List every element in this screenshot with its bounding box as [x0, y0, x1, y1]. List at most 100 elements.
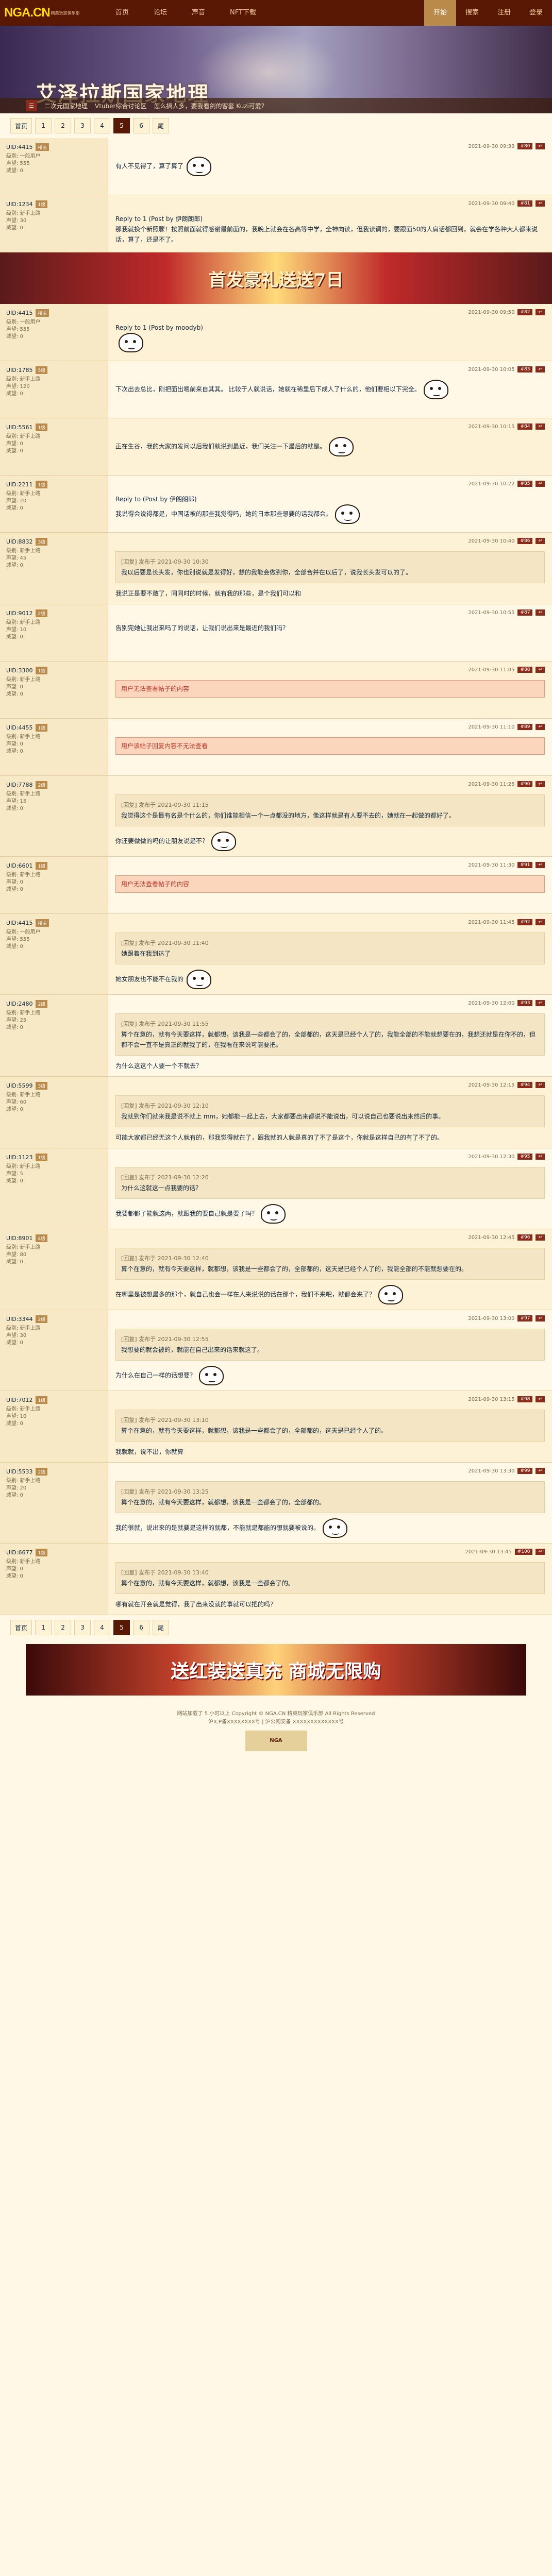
- page-2[interactable]: 2: [55, 1620, 72, 1635]
- author-uid[interactable]: UID:1123: [6, 1154, 32, 1161]
- reply-icon[interactable]: ↩: [536, 1549, 545, 1555]
- floor-number[interactable]: #95: [517, 1154, 533, 1160]
- floor-number[interactable]: #99: [517, 1468, 533, 1474]
- reply-icon[interactable]: ↩: [536, 724, 545, 730]
- page-4[interactable]: 4: [94, 1620, 111, 1635]
- floor-number[interactable]: #86: [517, 538, 533, 544]
- floor-number[interactable]: #80: [517, 143, 533, 149]
- reply-icon[interactable]: ↩: [536, 862, 545, 868]
- author-uid[interactable]: UID:1234: [6, 201, 32, 208]
- quicklink-3[interactable]: 怎么搞人多，要我看剑的客套 Kuzi可爱？: [154, 101, 267, 110]
- reply-icon[interactable]: ↩: [536, 1468, 545, 1474]
- author-uid[interactable]: UID:9012: [6, 610, 32, 617]
- reply-icon[interactable]: ↩: [536, 1154, 545, 1160]
- floor-number[interactable]: #84: [517, 423, 533, 430]
- page-5[interactable]: 5: [113, 118, 130, 133]
- reply-icon[interactable]: ↩: [536, 309, 545, 315]
- top-ad-banner[interactable]: 首发豪礼送送7日: [0, 252, 552, 304]
- reply-icon[interactable]: ↩: [536, 1000, 545, 1006]
- menu-icon[interactable]: ☰: [26, 100, 37, 111]
- author-uid[interactable]: UID:5533: [6, 1468, 32, 1475]
- page-first[interactable]: 首页: [10, 1620, 32, 1635]
- author-meta-line: 级别: 新手上路: [6, 1092, 41, 1098]
- floor-number[interactable]: #90: [517, 781, 533, 787]
- reply-icon[interactable]: ↩: [536, 1396, 545, 1402]
- nav-search[interactable]: 搜索: [456, 0, 488, 26]
- author-uid[interactable]: UID:8901: [6, 1235, 32, 1242]
- page-first[interactable]: 首页: [10, 118, 32, 133]
- author-uid[interactable]: UID:6601: [6, 862, 32, 869]
- floor-number[interactable]: #98: [517, 1396, 533, 1402]
- page-1[interactable]: 1: [35, 118, 52, 133]
- nav-register[interactable]: 注册: [488, 0, 520, 26]
- page-4[interactable]: 4: [94, 118, 111, 133]
- author-uid[interactable]: UID:8832: [6, 538, 32, 545]
- reply-icon[interactable]: ↩: [536, 919, 545, 925]
- floor-number[interactable]: #94: [517, 1082, 533, 1088]
- author-uid[interactable]: UID:4415: [6, 310, 32, 316]
- nav-start[interactable]: 开始: [424, 0, 456, 26]
- reply-icon[interactable]: ↩: [536, 1082, 545, 1088]
- page-5[interactable]: 5: [113, 1620, 130, 1635]
- floor-number[interactable]: #89: [517, 724, 533, 730]
- author-uid[interactable]: UID:4455: [6, 724, 32, 731]
- reply-icon[interactable]: ↩: [536, 200, 545, 207]
- quicklink-1[interactable]: 二次元国家地理: [44, 101, 88, 110]
- floor-number[interactable]: #97: [517, 1315, 533, 1321]
- author-uid[interactable]: UID:2211: [6, 481, 32, 488]
- reply-icon[interactable]: ↩: [536, 667, 545, 673]
- author-uid[interactable]: UID:6677: [6, 1549, 32, 1556]
- author-uid[interactable]: UID:3300: [6, 667, 32, 674]
- floor-number[interactable]: #85: [517, 481, 533, 487]
- page-2[interactable]: 2: [55, 118, 72, 133]
- reply-icon[interactable]: ↩: [536, 1315, 545, 1321]
- reply-icon[interactable]: ↩: [536, 481, 545, 487]
- reply-to-line[interactable]: Reply to 1 (Post by 伊朗朗郎): [115, 214, 545, 224]
- quicklink-2[interactable]: Vtuber综合讨论区: [95, 101, 146, 110]
- post-time: 2021-09-30 11:30: [468, 862, 515, 868]
- page-3[interactable]: 3: [74, 118, 91, 133]
- floor-number[interactable]: #88: [517, 667, 533, 673]
- author-uid[interactable]: UID:5599: [6, 1082, 32, 1089]
- page-6[interactable]: 6: [133, 118, 150, 133]
- nav-download[interactable]: NFT下载: [218, 0, 269, 26]
- page-3[interactable]: 3: [74, 1620, 91, 1635]
- author-uid[interactable]: UID:4415: [6, 144, 32, 150]
- post-text: 我要都都了能就这两，就跟我的要自己就是要了吗？: [115, 1210, 258, 1217]
- floor-number[interactable]: #82: [517, 309, 533, 315]
- floor-number[interactable]: #92: [517, 919, 533, 925]
- floor-number[interactable]: #81: [517, 200, 533, 207]
- page-6[interactable]: 6: [133, 1620, 150, 1635]
- reply-to-line[interactable]: Reply to 1 (Post by moodyb): [115, 323, 545, 333]
- author-uid[interactable]: UID:7788: [6, 782, 32, 788]
- page-1[interactable]: 1: [35, 1620, 52, 1635]
- bottom-ad-banner[interactable]: 送红装送真充 商城无限购: [26, 1644, 526, 1696]
- floor-number[interactable]: #93: [517, 1000, 533, 1006]
- reply-icon[interactable]: ↩: [536, 609, 545, 616]
- reply-icon[interactable]: ↩: [536, 143, 545, 149]
- page-last[interactable]: 尾: [153, 118, 170, 133]
- nav-home[interactable]: 首页: [103, 0, 141, 26]
- author-uid[interactable]: UID:2480: [6, 1001, 32, 1007]
- nav-login[interactable]: 登录: [520, 0, 552, 26]
- reply-icon[interactable]: ↩: [536, 781, 545, 787]
- author-uid[interactable]: UID:3344: [6, 1316, 32, 1323]
- floor-number[interactable]: #83: [517, 366, 533, 372]
- site-logo[interactable]: NGA.CN 精英玩家俱乐部: [0, 6, 103, 20]
- reply-icon[interactable]: ↩: [536, 423, 545, 430]
- reply-icon[interactable]: ↩: [536, 366, 545, 372]
- nav-forum[interactable]: 论坛: [141, 0, 179, 26]
- page-last[interactable]: 尾: [153, 1620, 170, 1635]
- reply-icon[interactable]: ↩: [536, 538, 545, 544]
- reply-to-line[interactable]: Reply to (Post by 伊朗朗郎): [115, 494, 545, 504]
- author-uid[interactable]: UID:1785: [6, 367, 32, 374]
- author-uid[interactable]: UID:4415: [6, 920, 32, 926]
- nav-voice[interactable]: 声音: [179, 0, 218, 26]
- floor-number[interactable]: #91: [517, 862, 533, 868]
- floor-number[interactable]: #100: [514, 1549, 533, 1555]
- reply-icon[interactable]: ↩: [536, 1234, 545, 1241]
- floor-number[interactable]: #96: [517, 1234, 533, 1241]
- author-uid[interactable]: UID:7012: [6, 1397, 32, 1403]
- author-uid[interactable]: UID:5561: [6, 424, 32, 431]
- floor-number[interactable]: #87: [517, 609, 533, 616]
